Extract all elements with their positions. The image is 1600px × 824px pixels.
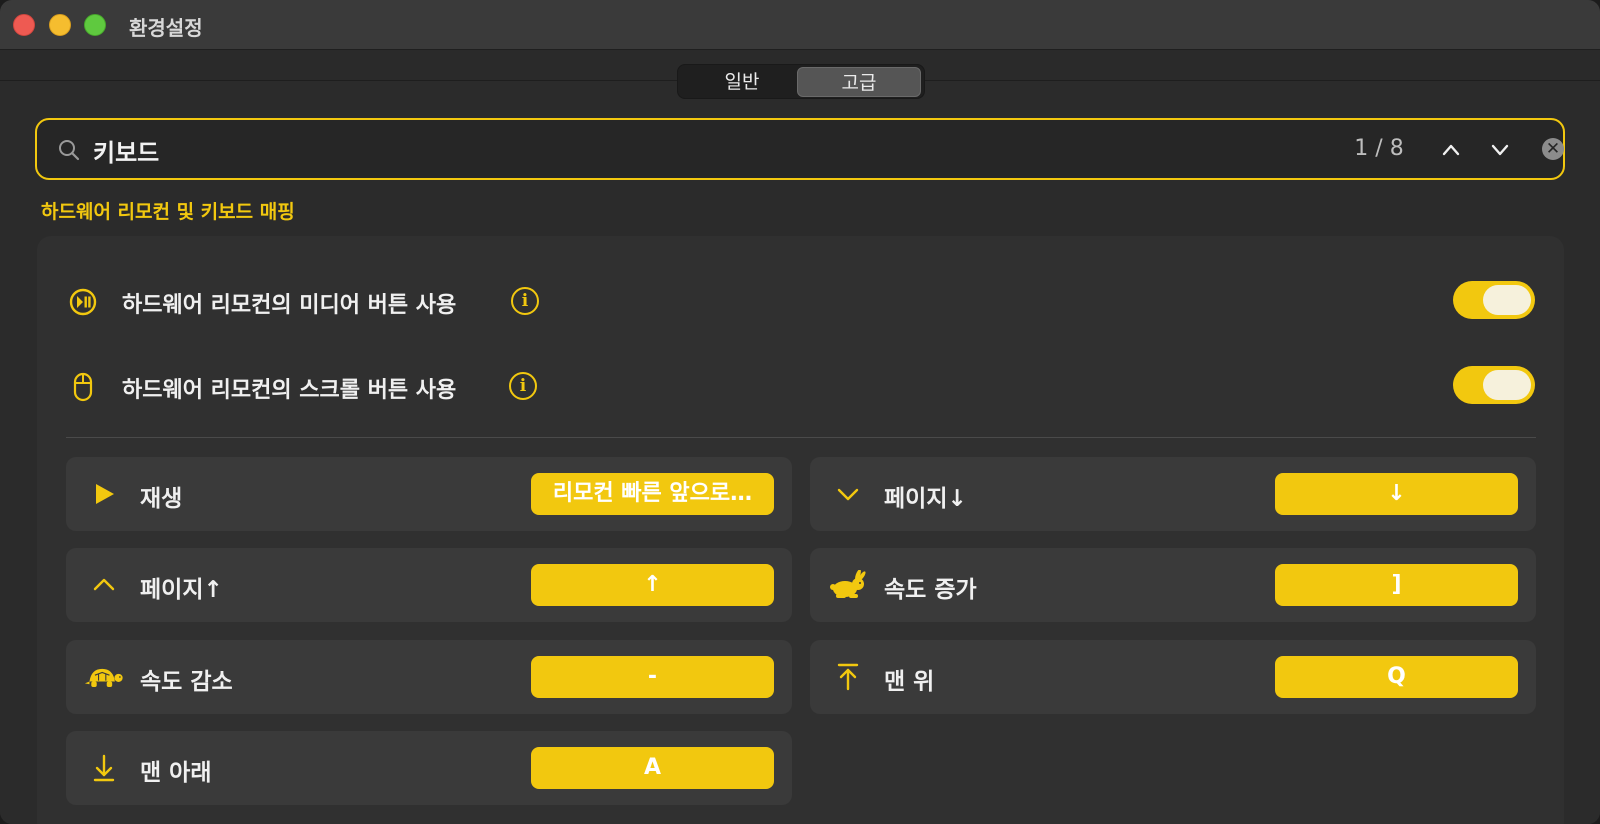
info-icon[interactable]: i xyxy=(511,287,539,315)
play-icon xyxy=(84,475,124,513)
play-pause-circle-icon xyxy=(69,288,97,316)
turtle-icon xyxy=(84,658,124,696)
media-buttons-toggle[interactable] xyxy=(1453,281,1535,319)
toggle-row-scroll-buttons: 하드웨어 리모컨의 스크롤 버튼 사용 i xyxy=(66,362,1536,412)
preferences-window: 환경설정 일반 고급 1 / 8 ✕ 하드웨어 리모컨 및 키보드 매핑 하드웨… xyxy=(0,0,1600,824)
shortcut-label: 속도 증가 xyxy=(884,577,977,603)
arrow-to-top-icon xyxy=(828,658,868,696)
close-window-button[interactable] xyxy=(13,14,35,36)
shortcut-label: 속도 감소 xyxy=(140,669,233,695)
shortcut-key-button[interactable]: ↓ xyxy=(1275,473,1518,515)
shortcut-key-button[interactable]: Q xyxy=(1275,656,1518,698)
divider xyxy=(66,437,1536,438)
shortcut-speed-up: 속도 증가 ] xyxy=(810,548,1536,622)
minimize-window-button[interactable] xyxy=(49,14,71,36)
tab-advanced[interactable]: 고급 xyxy=(797,67,921,97)
shortcut-key-button[interactable]: A xyxy=(531,747,774,789)
shortcut-top: 맨 위 Q xyxy=(810,640,1536,714)
shortcut-label: 페이지↑ xyxy=(140,577,223,603)
shortcut-page-up: 페이지↑ ↑ xyxy=(66,548,792,622)
chevron-down-icon xyxy=(828,475,868,513)
next-match-icon[interactable] xyxy=(1486,136,1514,164)
shortcut-speed-down: 속도 감소 - xyxy=(66,640,792,714)
toggle-label: 하드웨어 리모컨의 스크롤 버튼 사용 xyxy=(122,378,457,403)
title-bar: 환경설정 xyxy=(0,0,1600,50)
info-icon[interactable]: i xyxy=(509,372,537,400)
section-title: 하드웨어 리모컨 및 키보드 매핑 xyxy=(41,201,295,223)
search-input[interactable] xyxy=(93,130,1193,170)
window-title: 환경설정 xyxy=(129,16,203,40)
scroll-buttons-toggle[interactable] xyxy=(1453,366,1535,404)
tab-control: 일반 고급 xyxy=(677,64,925,99)
shortcut-label: 재생 xyxy=(140,486,183,512)
previous-match-icon[interactable] xyxy=(1437,136,1465,164)
shortcut-bottom: 맨 아래 A xyxy=(66,731,792,805)
shortcut-label: 맨 아래 xyxy=(140,760,212,786)
chevron-up-icon xyxy=(84,566,124,604)
search-match-count: 1 / 8 xyxy=(1354,136,1404,161)
tab-general[interactable]: 일반 xyxy=(680,67,804,97)
toggle-knob xyxy=(1483,370,1531,400)
shortcut-play: 재생 리모컨 빠른 앞으로… xyxy=(66,457,792,531)
toggle-knob xyxy=(1483,285,1531,315)
maximize-window-button[interactable] xyxy=(84,14,106,36)
shortcut-key-button[interactable]: 리모컨 빠른 앞으로… xyxy=(531,473,774,515)
toggle-row-media-buttons: 하드웨어 리모컨의 미디어 버튼 사용 i xyxy=(66,277,1536,327)
shortcut-key-button[interactable]: - xyxy=(531,656,774,698)
shortcut-key-button[interactable]: ] xyxy=(1275,564,1518,606)
arrow-down-icon xyxy=(84,749,124,787)
shortcut-page-down: 페이지↓ ↓ xyxy=(810,457,1536,531)
search-bar: 1 / 8 ✕ xyxy=(35,118,1565,180)
toggle-label: 하드웨어 리모컨의 미디어 버튼 사용 xyxy=(122,293,457,318)
shortcut-label: 페이지↓ xyxy=(884,486,967,512)
mouse-icon xyxy=(73,372,93,402)
shortcut-label: 맨 위 xyxy=(884,669,935,695)
clear-search-icon[interactable]: ✕ xyxy=(1542,138,1564,160)
search-icon xyxy=(59,140,80,161)
rabbit-icon xyxy=(828,566,868,604)
shortcut-key-button[interactable]: ↑ xyxy=(531,564,774,606)
